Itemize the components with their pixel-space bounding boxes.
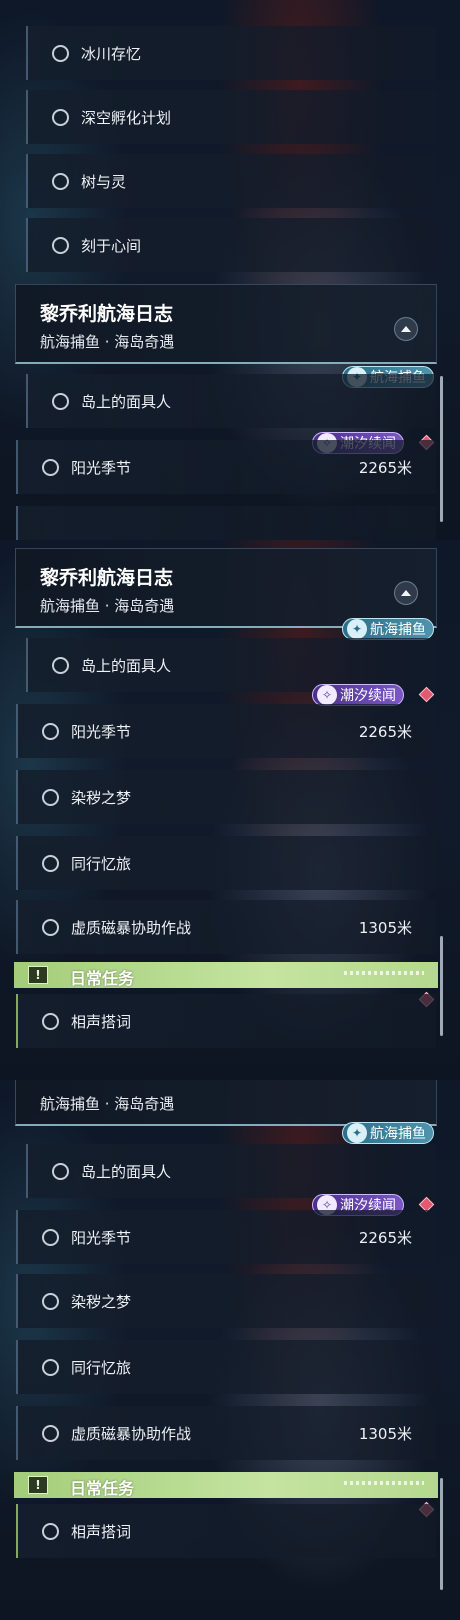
header-decoration [344,971,424,975]
circle-outline-icon [52,1162,69,1180]
circle-outline-icon [42,1358,59,1376]
quest-item[interactable]: 冰川存忆 [26,26,436,80]
scrollbar[interactable] [440,936,443,1036]
quest-item[interactable] [16,506,436,540]
quest-label: 岛上的面具人 [81,1162,172,1181]
quest-label: 岛上的面具人 [81,656,172,675]
quest-group-header[interactable]: 黎乔利航海日志 航海捕鱼 · 海岛奇遇 [15,284,437,364]
fish-icon: ✦ [347,619,367,639]
quest-item[interactable]: 同行忆旅 [16,836,436,890]
sparkle-icon: ✧ [317,685,337,705]
circle-outline-icon [42,1424,59,1442]
fishing-tag-label: 航海捕鱼 [370,622,426,638]
quest-item[interactable]: 相声搭词 [16,1504,436,1558]
quest-item[interactable]: 深空孵化计划 [26,90,436,144]
fish-icon: ✦ [347,1123,367,1143]
scrollbar[interactable] [440,376,443,522]
circle-outline-icon [42,788,59,806]
daily-quest-header[interactable]: ! 日常任务 [14,1472,438,1498]
quest-item[interactable]: 岛上的面具人 [26,374,436,428]
exclamation-icon: ! [28,966,48,984]
circle-outline-icon [52,236,69,254]
quest-label: 同行忆旅 [71,1358,132,1377]
fishing-tag-label: 航海捕鱼 [370,1126,426,1142]
daily-quest-header[interactable]: ! 日常任务 [14,962,438,988]
quest-group-header[interactable]: 黎乔利航海日志 航海捕鱼 · 海岛奇遇 [15,548,437,628]
quest-list-panel-1: 冰川存忆 深空孵化计划 树与灵 刻于心间 黎乔利航海日志 航海捕鱼 · 海岛奇遇… [0,0,460,540]
chevron-up-icon[interactable] [394,317,418,341]
header-decoration [344,1481,424,1485]
quest-group-subtitle: 航海捕鱼 · 海岛奇遇 [40,597,175,615]
quest-item[interactable]: 染秽之梦 [16,770,436,824]
quest-distance: 2265米 [358,722,412,741]
quest-label: 深空孵化计划 [81,108,172,127]
quest-list-panel-2: 黎乔利航海日志 航海捕鱼 · 海岛奇遇 ✦ 航海捕鱼 岛上的面具人 ✧ 潮汐续闻… [0,540,460,1080]
quest-item[interactable]: 树与灵 [26,154,436,208]
quest-label: 树与灵 [81,172,127,191]
quest-label: 染秽之梦 [71,1292,132,1311]
circle-outline-icon [42,1012,59,1030]
circle-outline-icon [42,918,59,936]
quest-distance: 2265米 [358,458,412,477]
circle-outline-icon [42,854,59,872]
quest-group-subtitle: 航海捕鱼 · 海岛奇遇 [40,1095,175,1113]
daily-quest-title: 日常任务 [70,1479,135,1498]
circle-outline-icon [52,172,69,190]
quest-item[interactable]: 染秽之梦 [16,1274,436,1328]
chevron-up-icon[interactable] [394,581,418,605]
quest-item[interactable]: 阳光季节 2265米 [16,1210,436,1264]
fishing-tag: ✦ 航海捕鱼 [342,618,434,640]
circle-outline-icon [42,1292,59,1310]
quest-item[interactable]: 相声搭词 [16,994,436,1048]
quest-label: 染秽之梦 [71,788,132,807]
quest-item[interactable]: 刻于心间 [26,218,436,272]
tide-tag-label: 潮汐续闻 [340,688,396,704]
quest-label: 相声搭词 [71,1522,132,1541]
quest-group-header[interactable]: 航海捕鱼 · 海岛奇遇 [15,1080,437,1126]
quest-label: 岛上的面具人 [81,392,172,411]
circle-outline-icon [52,44,69,62]
quest-item[interactable]: 岛上的面具人 [26,1144,436,1198]
quest-item[interactable]: 阳光季节 2265米 [16,704,436,758]
daily-quest-title: 日常任务 [70,969,135,988]
quest-item[interactable]: 阳光季节 2265米 [16,440,436,494]
circle-outline-icon [42,458,59,476]
circle-outline-icon [52,392,69,410]
tide-tag: ✧ 潮汐续闻 [312,684,404,706]
quest-group-subtitle: 航海捕鱼 · 海岛奇遇 [40,333,175,351]
quest-group-title: 黎乔利航海日志 [40,567,174,589]
quest-distance: 1305米 [358,918,412,937]
quest-item[interactable]: 虚质磁暴协助作战 1305米 [16,900,436,954]
quest-label: 冰川存忆 [81,44,142,63]
scrollbar[interactable] [440,1478,443,1590]
circle-outline-icon [42,1228,59,1246]
quest-list-panel-3: 航海捕鱼 · 海岛奇遇 ✦ 航海捕鱼 岛上的面具人 ✧ 潮汐续闻 阳光季节 22… [0,1080,460,1620]
fishing-tag: ✦ 航海捕鱼 [342,1122,434,1144]
quest-label: 相声搭词 [71,1012,132,1031]
quest-label: 刻于心间 [81,236,142,255]
circle-outline-icon [42,1522,59,1540]
quest-label: 同行忆旅 [71,854,132,873]
circle-outline-icon [42,722,59,740]
quest-group-title: 黎乔利航海日志 [40,303,174,325]
quest-distance: 2265米 [358,1228,412,1247]
quest-distance: 1305米 [358,1424,412,1443]
quest-item[interactable]: 虚质磁暴协助作战 1305米 [16,1406,436,1460]
exclamation-icon: ! [28,1476,48,1494]
circle-outline-icon [52,108,69,126]
quest-item[interactable]: 同行忆旅 [16,1340,436,1394]
circle-outline-icon [52,656,69,674]
